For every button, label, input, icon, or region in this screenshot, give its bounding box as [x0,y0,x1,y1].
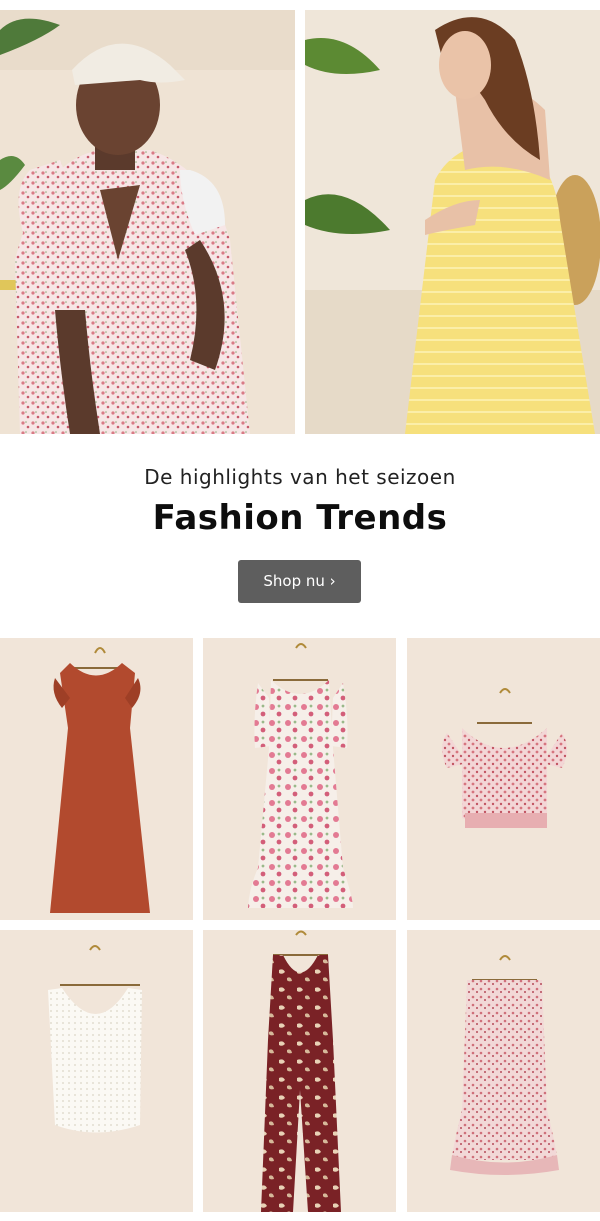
hero-image-right[interactable] [305,10,600,434]
product-grid [0,638,600,1212]
product-tile-white-floral-maxi-dress[interactable] [203,638,396,920]
headline-title: Fashion Trends [152,498,448,538]
hero-row [0,10,600,434]
headline-block: De highlights van het seizoen Fashion Tr… [0,462,600,540]
product-tile-white-crochet-tank[interactable] [0,930,193,1212]
product-tile-burgundy-jumpsuit[interactable] [203,930,396,1212]
product-tile-pink-floral-top[interactable] [407,638,600,920]
product-tile-rust-maxi-dress[interactable] [0,638,193,920]
hero-image-left[interactable] [0,10,295,434]
shop-now-button[interactable]: Shop nu › [238,560,361,603]
email-page: De highlights van het seizoen Fashion Tr… [0,0,600,1221]
headline-subtitle: De highlights van het seizoen [144,465,456,489]
product-tile-pink-floral-skirt[interactable] [407,930,600,1212]
